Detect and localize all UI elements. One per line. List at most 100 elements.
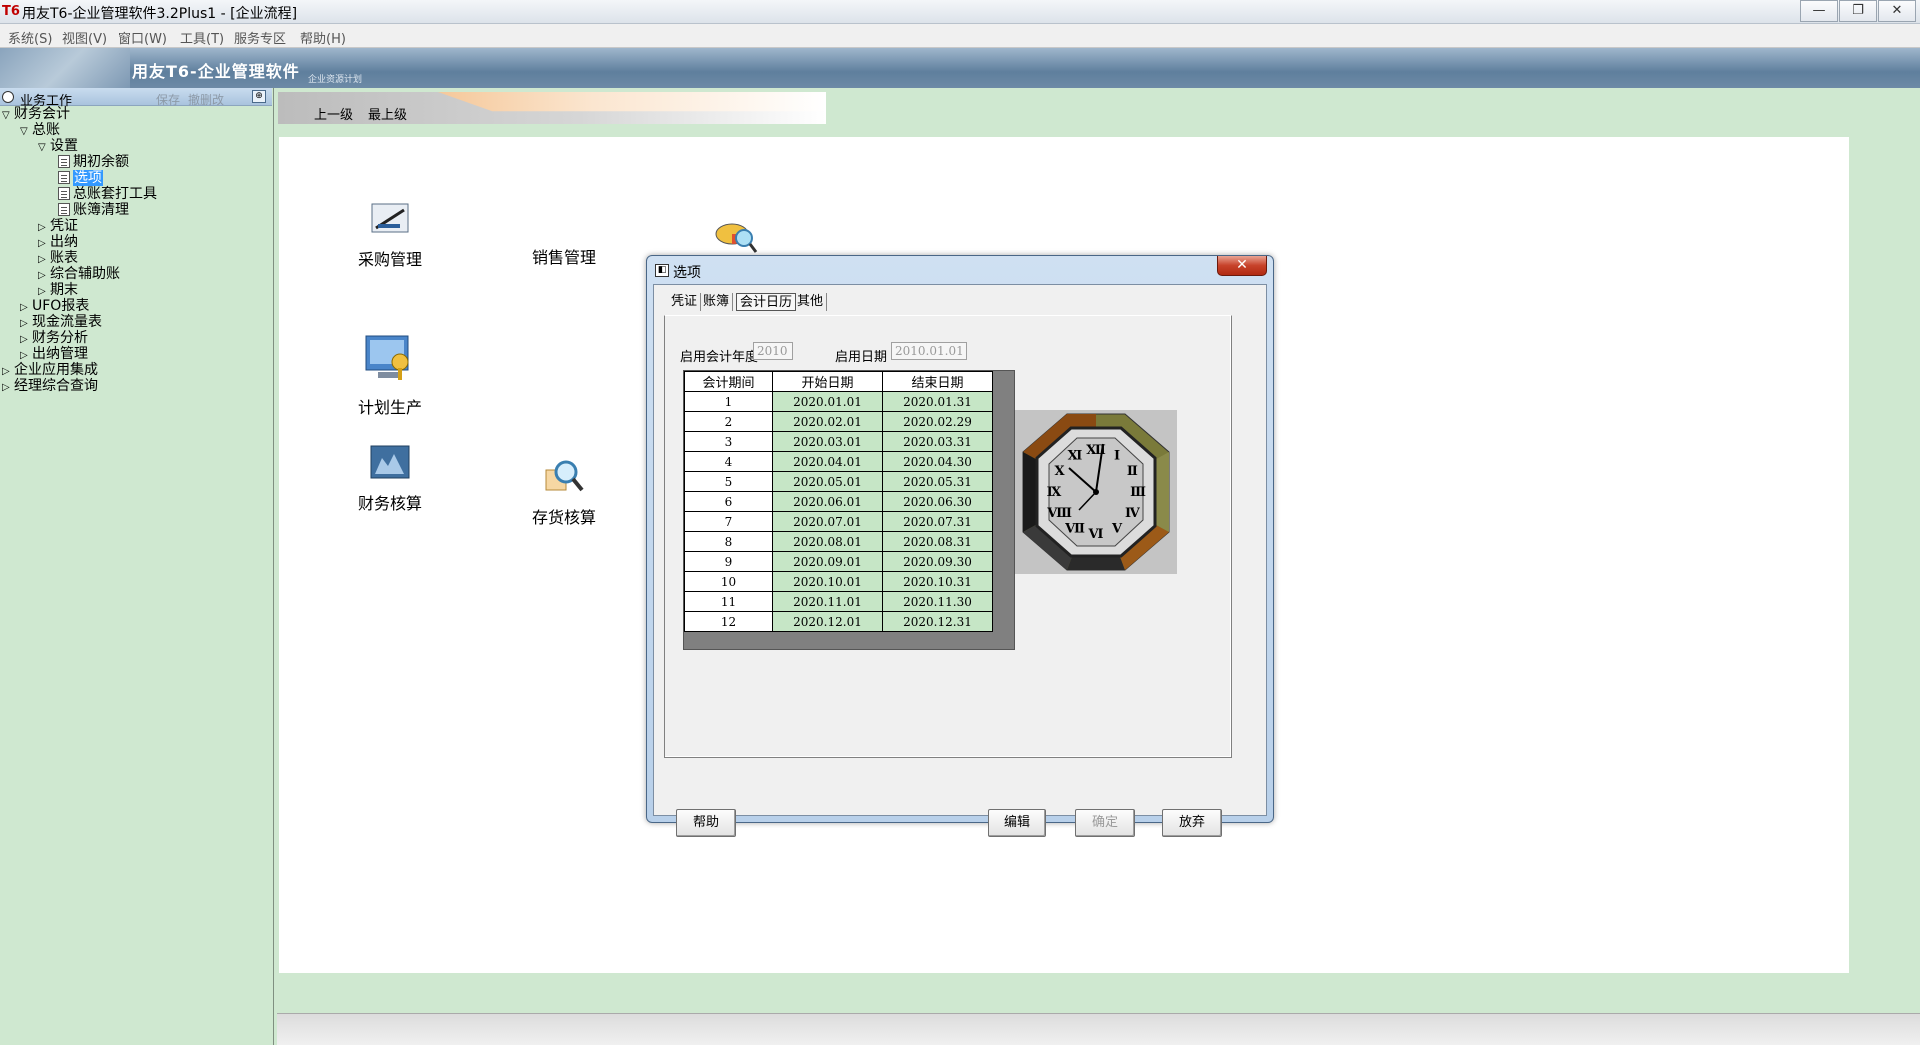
tree-item-options[interactable]: 选项 <box>58 170 103 186</box>
table-row[interactable]: 4 2020.04.01 2020.04.30 <box>684 451 993 472</box>
restore-button[interactable]: ❐ <box>1839 0 1877 22</box>
period-cell[interactable]: 4 <box>684 451 773 472</box>
period-cell[interactable]: 7 <box>684 511 773 532</box>
close-window-button[interactable]: ✕ <box>1878 0 1916 22</box>
menu-view[interactable]: 视图(V) <box>62 28 107 47</box>
table-row[interactable]: 3 2020.03.01 2020.03.31 <box>684 431 993 452</box>
ok-button[interactable]: 确定 <box>1075 809 1135 837</box>
table-row[interactable]: 2 2020.02.01 2020.02.29 <box>684 411 993 432</box>
tree-item-voucher[interactable]: ▷ 凭证 <box>38 218 78 234</box>
tree-item-aux-ledger[interactable]: ▷ 综合辅助账 <box>38 266 120 282</box>
end-date-cell[interactable]: 2020.10.31 <box>882 571 993 592</box>
menu-window[interactable]: 窗口(W) <box>118 28 167 47</box>
tree-item-cashflow[interactable]: ▷ 现金流量表 <box>20 314 102 330</box>
end-date-cell[interactable]: 2020.06.30 <box>882 491 993 512</box>
end-date-cell[interactable]: 2020.05.31 <box>882 471 993 492</box>
expanded-icon[interactable]: ▽ <box>20 124 32 140</box>
end-date-cell[interactable]: 2020.02.29 <box>882 411 993 432</box>
collapsed-icon[interactable]: ▷ <box>2 380 14 396</box>
tree-restore-link[interactable]: 撤删改 <box>188 91 224 108</box>
expanded-icon[interactable]: ▽ <box>38 140 50 156</box>
module-sales[interactable]: 销售管理 <box>524 244 604 268</box>
period-cell[interactable]: 5 <box>684 471 773 492</box>
start-date-cell[interactable]: 2020.02.01 <box>772 411 883 432</box>
column-header-period[interactable]: 会计期间 <box>684 371 773 392</box>
help-button[interactable]: 帮助 <box>676 809 736 837</box>
period-cell[interactable]: 1 <box>684 391 773 412</box>
nav-up-button[interactable]: 上一级 <box>314 104 353 123</box>
start-date-cell[interactable]: 2020.09.01 <box>772 551 883 572</box>
start-date-cell[interactable]: 2020.08.01 <box>772 531 883 552</box>
table-row[interactable]: 11 2020.11.01 2020.11.30 <box>684 591 993 612</box>
tab-ledger[interactable]: 账簿 <box>700 293 734 311</box>
start-date-cell[interactable]: 2020.07.01 <box>772 511 883 532</box>
column-header-start[interactable]: 开始日期 <box>772 371 883 392</box>
tree-item-reports[interactable]: ▷ 账表 <box>38 250 78 266</box>
tab-other[interactable]: 其他 <box>794 293 828 311</box>
end-date-cell[interactable]: 2020.07.31 <box>882 511 993 532</box>
tree-item-print-tool[interactable]: 总账套打工具 <box>58 186 157 202</box>
table-row[interactable]: 5 2020.05.01 2020.05.31 <box>684 471 993 492</box>
period-cell[interactable]: 11 <box>684 591 773 612</box>
table-row[interactable]: 12 2020.12.01 2020.12.31 <box>684 611 993 632</box>
end-date-cell[interactable]: 2020.12.31 <box>882 611 993 632</box>
period-cell[interactable]: 9 <box>684 551 773 572</box>
end-date-cell[interactable]: 2020.04.30 <box>882 451 993 472</box>
tree-item-analysis[interactable]: ▷ 财务分析 <box>20 330 88 346</box>
tree-item-manager-query[interactable]: ▷ 经理综合查询 <box>2 378 98 394</box>
start-date-cell[interactable]: 2020.05.01 <box>772 471 883 492</box>
period-cell[interactable]: 8 <box>684 531 773 552</box>
end-date-cell[interactable]: 2020.09.30 <box>882 551 993 572</box>
table-row[interactable]: 9 2020.09.01 2020.09.30 <box>684 551 993 572</box>
tree-item-period-end[interactable]: ▷ 期末 <box>38 282 78 298</box>
table-row[interactable]: 7 2020.07.01 2020.07.31 <box>684 511 993 532</box>
tree-item-ledger-clear[interactable]: 账簿清理 <box>58 202 129 218</box>
start-date-cell[interactable]: 2020.11.01 <box>772 591 883 612</box>
tree-item-gl[interactable]: ▽ 总账 <box>20 122 60 138</box>
period-cell[interactable]: 6 <box>684 491 773 512</box>
minimize-button[interactable]: — <box>1800 0 1838 22</box>
module-purchase[interactable]: 采购管理 <box>350 200 430 270</box>
cancel-button[interactable]: 放弃 <box>1162 809 1222 837</box>
column-header-end[interactable]: 结束日期 <box>882 371 993 392</box>
nav-top-button[interactable]: 最上级 <box>368 104 407 123</box>
module-planning[interactable]: 计划生产 <box>350 332 430 418</box>
dialog-close-button[interactable]: ✕ <box>1217 256 1267 276</box>
module-finance[interactable]: 财务核算 <box>350 444 430 514</box>
table-row[interactable]: 1 2020.01.01 2020.01.31 <box>684 391 993 412</box>
table-row[interactable]: 6 2020.06.01 2020.06.30 <box>684 491 993 512</box>
tree-item-finance[interactable]: ▽ 财务会计 <box>2 106 70 122</box>
tree-save-link[interactable]: 保存 <box>156 91 180 108</box>
menu-help[interactable]: 帮助(H) <box>300 28 346 47</box>
start-date-cell[interactable]: 2020.03.01 <box>772 431 883 452</box>
start-date-cell[interactable]: 2020.10.01 <box>772 571 883 592</box>
period-cell[interactable]: 3 <box>684 431 773 452</box>
menu-system[interactable]: 系统(S) <box>8 28 52 47</box>
tree-item-cash-mgmt[interactable]: ▷ 出纳管理 <box>20 346 88 362</box>
tab-accounting-calendar[interactable]: 会计日历 <box>736 293 797 311</box>
tree-item-ufo[interactable]: ▷ UFO报表 <box>20 298 89 314</box>
tab-voucher[interactable]: 凭证 <box>668 293 702 311</box>
table-row[interactable]: 10 2020.10.01 2020.10.31 <box>684 571 993 592</box>
menu-service[interactable]: 服务专区 <box>234 28 286 47</box>
end-date-cell[interactable]: 2020.08.31 <box>882 531 993 552</box>
end-date-cell[interactable]: 2020.03.31 <box>882 431 993 452</box>
expanded-icon[interactable]: ▽ <box>2 108 14 124</box>
start-date-cell[interactable]: 2020.06.01 <box>772 491 883 512</box>
end-date-cell[interactable]: 2020.11.30 <box>882 591 993 612</box>
period-cell[interactable]: 2 <box>684 411 773 432</box>
tree-item-integration[interactable]: ▷ 企业应用集成 <box>2 362 98 378</box>
pin-icon[interactable]: ⊕ <box>252 90 266 103</box>
menu-tools[interactable]: 工具(T) <box>180 28 224 47</box>
period-cell[interactable]: 12 <box>684 611 773 632</box>
edit-button[interactable]: 编辑 <box>988 809 1046 837</box>
tree-item-settings[interactable]: ▽ 设置 <box>38 138 78 154</box>
start-date-cell[interactable]: 2020.12.01 <box>772 611 883 632</box>
tree-item-opening-balance[interactable]: 期初余额 <box>58 154 129 170</box>
module-inventory[interactable]: 存货核算 <box>524 458 604 528</box>
start-date-cell[interactable]: 2020.01.01 <box>772 391 883 412</box>
tree-item-cashier[interactable]: ▷ 出纳 <box>38 234 78 250</box>
start-date-cell[interactable]: 2020.04.01 <box>772 451 883 472</box>
table-row[interactable]: 8 2020.08.01 2020.08.31 <box>684 531 993 552</box>
period-cell[interactable]: 10 <box>684 571 773 592</box>
